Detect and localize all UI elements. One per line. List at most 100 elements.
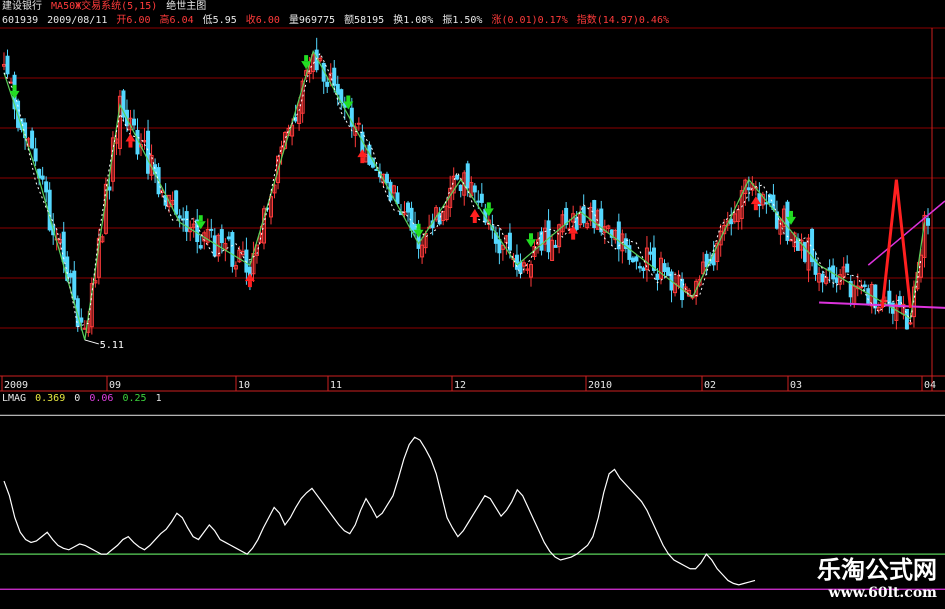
candle-body — [655, 273, 660, 280]
trend-line — [867, 200, 945, 266]
candle-body — [30, 130, 35, 149]
buy-arrow-icon — [571, 233, 576, 240]
sell-arrow-icon — [346, 95, 351, 102]
candle-body — [553, 244, 558, 248]
candle-body — [616, 221, 621, 250]
candle-body — [662, 263, 667, 273]
candle-body — [47, 189, 52, 231]
signal-mark — [880, 179, 912, 309]
candle-body — [61, 231, 66, 262]
candle-body — [177, 215, 182, 219]
candle-body — [497, 239, 502, 254]
candle-body — [630, 257, 635, 263]
lower-value-1: 0.369 — [35, 393, 66, 404]
candle-body — [834, 277, 839, 283]
watermark-title: 乐淘公式网 — [817, 556, 937, 584]
candle-body — [219, 229, 224, 244]
x-tick-label: 11 — [330, 380, 342, 391]
watermark: 乐淘公式网 www.60lt.com — [817, 556, 937, 602]
index-value: 指数(14.97)0.46% — [576, 15, 669, 26]
change-value: 涨(0.01)0.17% — [491, 15, 568, 26]
candle-body — [479, 193, 484, 203]
chart-title-row: 建设银行 MA50Ж交易系统(5,15) 绝世主图 — [2, 1, 209, 13]
candle-body — [131, 118, 136, 126]
low-annotation-label: 5.11 — [100, 340, 124, 351]
buy-arrow-icon — [753, 204, 758, 211]
candle-body — [356, 122, 361, 125]
lower-indicator-header: LMAG 0.369 0 0.06 0.25 1 — [2, 393, 165, 405]
candle-body — [209, 228, 214, 231]
candle-body — [174, 190, 179, 215]
volume-value: 量969775 — [288, 15, 336, 26]
indicator-name: MA50Ж交易系统(5,15) — [51, 1, 158, 12]
x-tick-label: 2010 — [588, 380, 612, 391]
x-tick-label: 04 — [924, 380, 936, 391]
x-tick-label: 12 — [454, 380, 466, 391]
candle-body — [926, 218, 930, 226]
candle-body — [437, 212, 442, 225]
candle-body — [79, 317, 84, 323]
x-tick-label: 02 — [704, 380, 716, 391]
candle-body — [514, 254, 519, 270]
candle-body — [648, 251, 653, 255]
candle-body — [5, 55, 10, 75]
candle-body — [33, 148, 38, 162]
candle-body — [866, 288, 871, 305]
candle-body — [212, 235, 217, 257]
sell-arrow-icon — [788, 210, 793, 217]
candle-body — [785, 201, 790, 241]
close-value: 收6.00 — [245, 15, 280, 26]
sell-arrow-icon — [12, 84, 17, 91]
lower-indicator-line — [3, 436, 756, 586]
candle-body — [107, 186, 112, 191]
turnover-value: 换1.08% — [393, 15, 434, 26]
open-value: 开6.00 — [116, 15, 151, 26]
x-tick-label: 03 — [790, 380, 802, 391]
candle-body — [641, 267, 646, 271]
x-tick-label: 2009 — [4, 380, 28, 391]
candle-body — [458, 184, 463, 192]
candle-body — [859, 286, 864, 289]
candle-body — [827, 267, 832, 271]
x-tick-label: 10 — [238, 380, 250, 391]
candle-body — [332, 67, 337, 86]
candle-body — [465, 163, 470, 189]
buy-arrow-icon — [472, 217, 477, 223]
candle-body — [666, 267, 671, 276]
candle-body — [455, 174, 460, 180]
buy-arrow-icon — [128, 141, 133, 148]
candle-body — [68, 273, 73, 278]
lower-value-4: 0.25 — [122, 393, 147, 404]
candle-body — [198, 245, 203, 249]
candle-body — [406, 202, 411, 213]
candle-body — [771, 194, 776, 210]
candle-body — [472, 185, 477, 193]
lower-value-3: 0.06 — [89, 393, 114, 404]
candle-body — [574, 217, 579, 230]
high-value: 高6.04 — [159, 15, 194, 26]
candle-body — [335, 83, 340, 95]
candle-body — [746, 187, 751, 191]
candle-body — [44, 181, 49, 193]
amount-value: 额58195 — [344, 15, 385, 26]
candle-body — [325, 81, 330, 87]
candle-body — [384, 173, 389, 184]
candle-body — [637, 266, 642, 269]
sell-arrow-icon — [486, 202, 491, 209]
sell-arrow-icon — [304, 55, 309, 62]
stock-code: 601939 — [2, 15, 39, 26]
candle-body — [634, 256, 639, 262]
low-annotation-leader — [84, 339, 99, 345]
quote-date: 2009/08/11 — [47, 15, 108, 26]
candle-body — [862, 284, 867, 288]
candle-body — [729, 218, 734, 225]
buy-arrow-icon — [469, 209, 480, 217]
candle-body — [230, 232, 235, 267]
candle-body — [395, 192, 400, 204]
lower-value-2: 0 — [74, 393, 81, 404]
sell-arrow-icon — [528, 233, 533, 240]
candle-body — [226, 236, 231, 240]
stock-name: 建设银行 — [2, 1, 42, 12]
buy-arrow-icon — [125, 133, 136, 142]
candle-body — [146, 130, 151, 174]
